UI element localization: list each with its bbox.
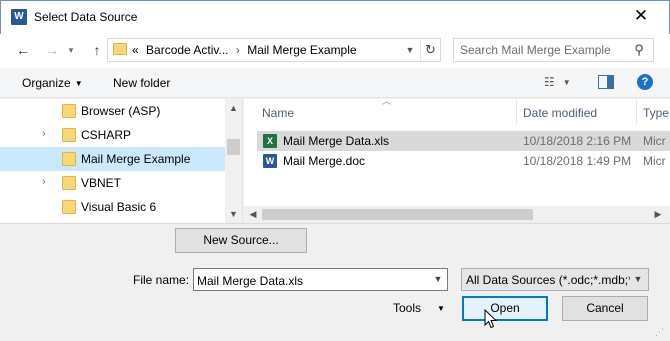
resize-grip-icon[interactable]: ⋰: [655, 327, 667, 339]
scroll-up-icon[interactable]: ▲: [225, 100, 242, 116]
chevron-right-icon[interactable]: ›: [42, 176, 46, 188]
word-app-icon: W: [11, 9, 27, 25]
file-name-input[interactable]: [193, 268, 448, 291]
scroll-right-icon[interactable]: ▶: [652, 206, 664, 223]
nav-item-label: Visual Basic 6: [81, 200, 157, 214]
nav-item-visual-basic-6[interactable]: Visual Basic 6: [0, 195, 225, 219]
sort-ascending-icon: ︿: [382, 96, 392, 106]
dialog-title: Select Data Source: [34, 10, 138, 24]
cancel-button[interactable]: Cancel: [562, 296, 648, 321]
new-source-button[interactable]: New Source...: [175, 228, 307, 253]
file-date-modified: 10/18/2018 1:49 PM: [523, 154, 632, 168]
tools-label: Tools: [393, 301, 422, 315]
nav-item-vbnet[interactable]: › VBNET: [0, 171, 225, 195]
navigation-pane: Browser (ASP) › CSHARP Mail Merge Exampl…: [0, 99, 243, 223]
column-header-name[interactable]: Name: [262, 106, 294, 120]
file-type: Micr: [643, 154, 666, 168]
folder-icon: [62, 128, 76, 142]
tools-button[interactable]: Tools ▼: [393, 301, 445, 315]
organize-button[interactable]: Organize ▼: [22, 76, 83, 90]
breadcrumb-segment[interactable]: Mail Merge Example: [247, 43, 356, 57]
nav-item-label: Browser (ASP): [81, 104, 161, 118]
mouse-cursor-icon: [484, 309, 498, 329]
back-arrow-icon[interactable]: ←: [12, 39, 34, 61]
nav-item-label: CSHARP: [81, 128, 132, 142]
nav-item-mail-merge-example[interactable]: Mail Merge Example: [0, 147, 225, 171]
file-name: Mail Merge.doc: [283, 154, 366, 168]
nav-item-label: VBNET: [81, 176, 122, 190]
chevron-down-icon: ▼: [74, 79, 83, 88]
column-header-type[interactable]: Type: [643, 106, 669, 120]
search-icon[interactable]: ⚲: [631, 41, 647, 59]
file-type-select[interactable]: All Data Sources (*.odc;*.mdb;*: [461, 268, 649, 291]
chevron-down-icon[interactable]: ▼: [630, 270, 646, 289]
folder-icon: [113, 43, 127, 55]
scroll-down-icon[interactable]: ▼: [225, 206, 242, 222]
nav-scrollbar-thumb[interactable]: [227, 139, 240, 155]
breadcrumb-segment[interactable]: Barcode Activ...: [146, 43, 228, 57]
column-divider[interactable]: [516, 100, 517, 124]
chevron-right-icon[interactable]: ›: [42, 128, 46, 140]
search-placeholder: Search Mail Merge Example: [460, 43, 611, 57]
scroll-left-icon[interactable]: ◀: [247, 206, 259, 223]
horizontal-scrollbar-thumb[interactable]: [262, 209, 533, 220]
breadcrumb-overflow[interactable]: «: [132, 43, 139, 57]
word-file-icon: W: [263, 154, 277, 168]
excel-file-icon: X: [263, 134, 277, 148]
new-folder-button[interactable]: New folder: [113, 76, 170, 90]
folder-icon: [62, 176, 76, 190]
file-name: Mail Merge Data.xls: [283, 134, 390, 148]
column-divider[interactable]: [636, 100, 637, 124]
file-date-modified: 10/18/2018 2:16 PM: [523, 134, 632, 148]
breadcrumb[interactable]: « Barcode Activ... › Mail Merge Example: [132, 43, 357, 57]
file-row-mail-merge-doc[interactable]: W Mail Merge.doc 10/18/2018 1:49 PM Micr: [257, 151, 670, 171]
nav-item-browser-asp[interactable]: Browser (ASP): [0, 99, 225, 123]
folder-icon: [62, 104, 76, 118]
details-view-icon: ☷: [544, 75, 555, 89]
chevron-down-icon: ▼: [562, 78, 571, 87]
file-type: Micr: [643, 134, 666, 148]
nav-item-csharp[interactable]: › CSHARP: [0, 123, 225, 147]
forward-arrow-icon[interactable]: →: [41, 39, 63, 61]
file-name-label: File name:: [133, 273, 190, 287]
chevron-down-icon[interactable]: ▼: [430, 270, 446, 289]
breadcrumb-separator: ›: [235, 43, 240, 57]
close-button[interactable]: ✕: [618, 1, 664, 31]
folder-icon: [62, 152, 76, 166]
recent-locations-chevron-icon[interactable]: ▾: [64, 39, 78, 61]
open-button[interactable]: Open: [462, 296, 548, 321]
chevron-down-icon[interactable]: ▼: [402, 41, 418, 59]
folder-icon: [62, 200, 76, 214]
file-row-mail-merge-data-xls[interactable]: X Mail Merge Data.xls 10/18/2018 2:16 PM…: [257, 131, 670, 151]
change-view-button[interactable]: ☷ ▼: [544, 75, 578, 91]
help-icon[interactable]: ?: [637, 74, 653, 90]
column-header-date-modified[interactable]: Date modified: [523, 106, 597, 120]
preview-pane-icon[interactable]: [598, 75, 614, 89]
nav-scrollbar[interactable]: [225, 99, 242, 223]
nav-item-label: Mail Merge Example: [81, 152, 191, 166]
organize-label: Organize: [22, 76, 71, 90]
up-arrow-icon[interactable]: ↑: [86, 39, 108, 61]
chevron-down-icon: ▼: [437, 304, 445, 313]
refresh-icon[interactable]: ↻: [420, 39, 440, 61]
